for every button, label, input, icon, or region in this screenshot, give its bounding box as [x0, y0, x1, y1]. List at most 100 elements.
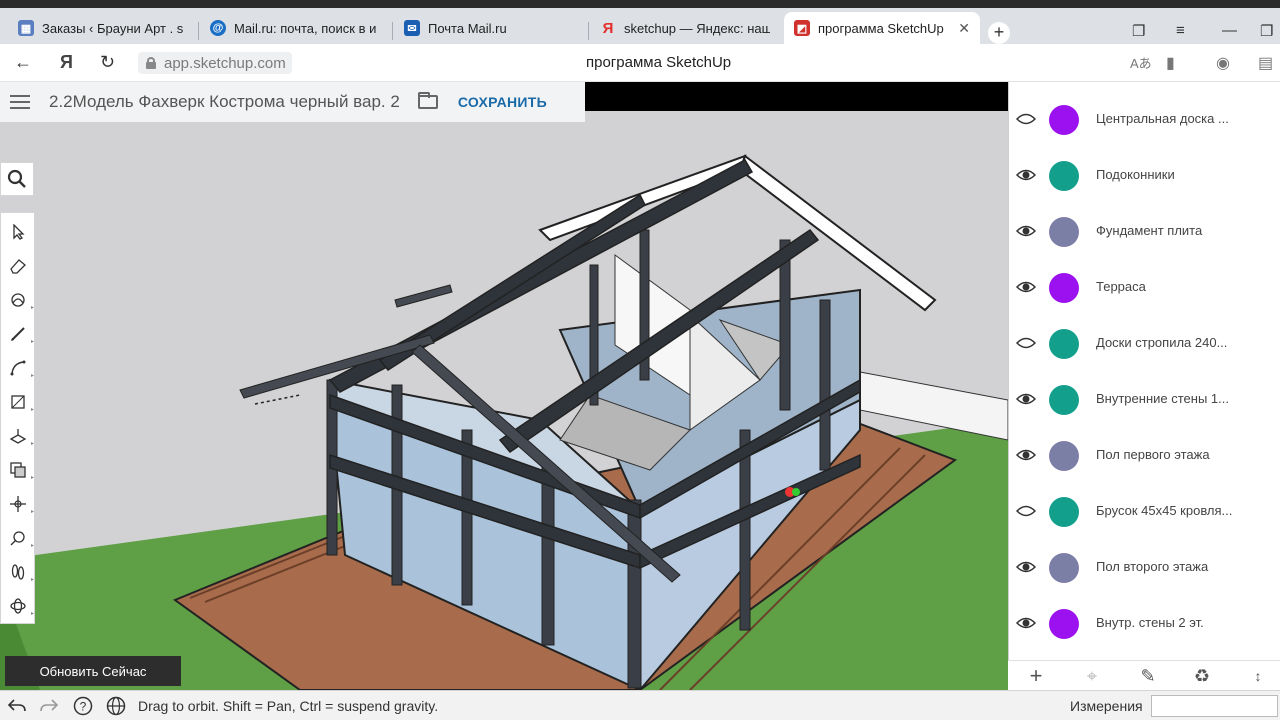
- layer-color-swatch[interactable]: [1049, 441, 1079, 471]
- layer-color-swatch[interactable]: [1049, 105, 1079, 135]
- lock-icon: [146, 57, 156, 69]
- layer-row[interactable]: Центральная доска ...: [1009, 92, 1280, 148]
- tools-toolbar: ▸ ▸ ▸ ▸ ▸ ▸ ▸ ▸ ▸ ▸: [0, 212, 35, 624]
- layer-color-swatch[interactable]: [1049, 217, 1079, 247]
- yandex-logo-icon[interactable]: Я: [60, 52, 73, 73]
- add-layer-icon[interactable]: +: [1026, 663, 1046, 688]
- paint-bucket-tool-icon[interactable]: ▸: [7, 289, 34, 311]
- layer-color-swatch[interactable]: [1049, 553, 1079, 583]
- layer-color-swatch[interactable]: [1049, 497, 1079, 527]
- layer-row[interactable]: Пол первого этажа: [1009, 428, 1280, 484]
- bookmark-icon[interactable]: ▮: [1166, 53, 1175, 73]
- open-folder-icon[interactable]: [417, 92, 438, 109]
- tab-orders[interactable]: ▦ Заказы ‹ Брауни Арт . shop: [8, 12, 194, 44]
- reload-icon[interactable]: ↻: [100, 52, 115, 73]
- visibility-eye-icon[interactable]: [1016, 221, 1036, 241]
- menu-icon[interactable]: ≡: [1176, 22, 1185, 39]
- tab-separator: [588, 22, 589, 40]
- close-tab-icon[interactable]: ✕: [950, 20, 970, 37]
- move-tool-icon[interactable]: ▸: [7, 493, 34, 515]
- window-top-strip: [0, 0, 1280, 8]
- new-tab-button[interactable]: +: [988, 22, 1010, 44]
- layer-row[interactable]: Брусок 45х45 кровля...: [1009, 484, 1280, 540]
- pencil-tool-icon[interactable]: ▸: [7, 323, 34, 345]
- downloads-icon[interactable]: ▤: [1258, 53, 1273, 73]
- layer-row[interactable]: Терраса: [1009, 260, 1280, 316]
- visibility-eye-icon[interactable]: [1016, 557, 1036, 577]
- tab-yandex-search[interactable]: Я sketchup — Яндекс: нашлось: [590, 12, 780, 44]
- visibility-eye-icon[interactable]: [1016, 165, 1036, 185]
- url-field[interactable]: app.sketchup.com: [138, 52, 292, 74]
- search-icon: [7, 169, 26, 188]
- visibility-eye-icon[interactable]: [1016, 613, 1036, 633]
- update-now-button[interactable]: Обновить Сейчас: [5, 656, 181, 686]
- layer-name: Внутр. стены 2 эт.: [1096, 615, 1204, 630]
- tabs-list-icon[interactable]: ❐: [1132, 22, 1145, 40]
- search-button[interactable]: [0, 162, 34, 196]
- layer-row[interactable]: Пол второго этажа: [1009, 540, 1280, 596]
- help-icon[interactable]: ?: [72, 696, 94, 716]
- status-bar: ? Drag to orbit. Shift = Pan, Ctrl = sus…: [0, 690, 1280, 720]
- push-pull-tool-icon[interactable]: ▸: [7, 425, 34, 447]
- purge-layers-icon[interactable]: ♻: [1192, 666, 1212, 686]
- measurements-input[interactable]: [1151, 695, 1278, 717]
- yandex-icon: Я: [602, 19, 614, 37]
- visibility-eye-icon[interactable]: [1016, 501, 1036, 521]
- minimize-icon[interactable]: —: [1222, 22, 1237, 39]
- walk-tool-icon[interactable]: ▸: [7, 561, 34, 583]
- visibility-eye-icon[interactable]: [1016, 277, 1036, 297]
- back-arrow-icon[interactable]: ←: [14, 52, 32, 73]
- measurements-label: Измерения: [1070, 698, 1143, 714]
- layer-row[interactable]: Внутренние стены 1...: [1009, 372, 1280, 428]
- offset-tool-icon[interactable]: ▸: [7, 459, 34, 481]
- layer-color-swatch[interactable]: [1049, 385, 1079, 415]
- detect-layer-icon[interactable]: ⌖: [1082, 666, 1102, 686]
- tab-mailru[interactable]: @ Mail.ru: почта, поиск в инте: [200, 12, 386, 44]
- layer-color-swatch[interactable]: [1049, 161, 1079, 191]
- mailru-icon: @: [210, 20, 226, 36]
- visibility-eye-icon[interactable]: [1016, 445, 1036, 465]
- model-viewport[interactable]: [0, 82, 1008, 690]
- sort-layers-icon[interactable]: ↕: [1248, 666, 1268, 686]
- orbit-tool-icon[interactable]: ▸: [7, 595, 34, 617]
- tab-bar: ▦ Заказы ‹ Брауни Арт . shop @ Mail.ru: …: [0, 8, 1280, 44]
- layer-color-swatch[interactable]: [1049, 273, 1079, 303]
- undo-icon[interactable]: [6, 696, 28, 716]
- layer-color-swatch[interactable]: [1049, 609, 1079, 639]
- globe-icon[interactable]: [105, 696, 127, 716]
- tab-title: Mail.ru: почта, поиск в инте: [234, 20, 376, 36]
- main-menu-icon[interactable]: [10, 95, 30, 109]
- extension-icon[interactable]: ◉: [1216, 53, 1230, 73]
- tape-measure-tool-icon[interactable]: ▸: [7, 527, 34, 549]
- layer-row[interactable]: Внутр. стены 2 эт.: [1009, 596, 1280, 652]
- paint-layer-icon[interactable]: ✎: [1138, 666, 1158, 686]
- maximize-icon[interactable]: ❐: [1260, 22, 1273, 40]
- select-tool-icon[interactable]: [7, 221, 29, 243]
- redo-icon[interactable]: [38, 696, 60, 716]
- layers-panel-footer: + ⌖ ✎ ♻ ↕: [1008, 660, 1280, 690]
- visibility-eye-icon[interactable]: [1016, 389, 1036, 409]
- tab-sketchup[interactable]: ◩ программа SketchUp ✕: [784, 12, 980, 44]
- layer-row[interactable]: Доски стропила 240...: [1009, 316, 1280, 372]
- svg-text:?: ?: [80, 700, 87, 714]
- translate-icon[interactable]: Aあ: [1130, 53, 1152, 72]
- tab-title: sketchup — Яндекс: нашлось: [624, 20, 770, 36]
- roof-fascia: [738, 154, 937, 312]
- eraser-tool-icon[interactable]: [7, 255, 29, 277]
- layer-color-swatch[interactable]: [1049, 329, 1079, 359]
- address-bar: ← Я ↻ app.sketchup.com программа SketchU…: [0, 44, 1280, 82]
- tab-mail[interactable]: ✉ Почта Mail.ru: [394, 12, 584, 44]
- rectangle-tool-icon[interactable]: ▸: [7, 391, 34, 413]
- visibility-eye-icon[interactable]: [1016, 333, 1036, 353]
- layer-name: Центральная доска ...: [1096, 111, 1229, 126]
- arc-tool-icon[interactable]: ▸: [7, 357, 34, 379]
- save-button[interactable]: СОХРАНИТЬ: [458, 94, 547, 110]
- layer-name: Доски стропила 240...: [1096, 335, 1228, 350]
- visibility-eye-icon[interactable]: [1016, 109, 1036, 129]
- layer-row[interactable]: Фундамент плита: [1009, 204, 1280, 260]
- layer-name: Внутренние стены 1...: [1096, 391, 1229, 406]
- sketchup-icon: ◩: [794, 20, 810, 36]
- layer-row[interactable]: Подоконники: [1009, 148, 1280, 204]
- layer-name: Фундамент плита: [1096, 223, 1203, 238]
- url-text: app.sketchup.com: [164, 54, 286, 72]
